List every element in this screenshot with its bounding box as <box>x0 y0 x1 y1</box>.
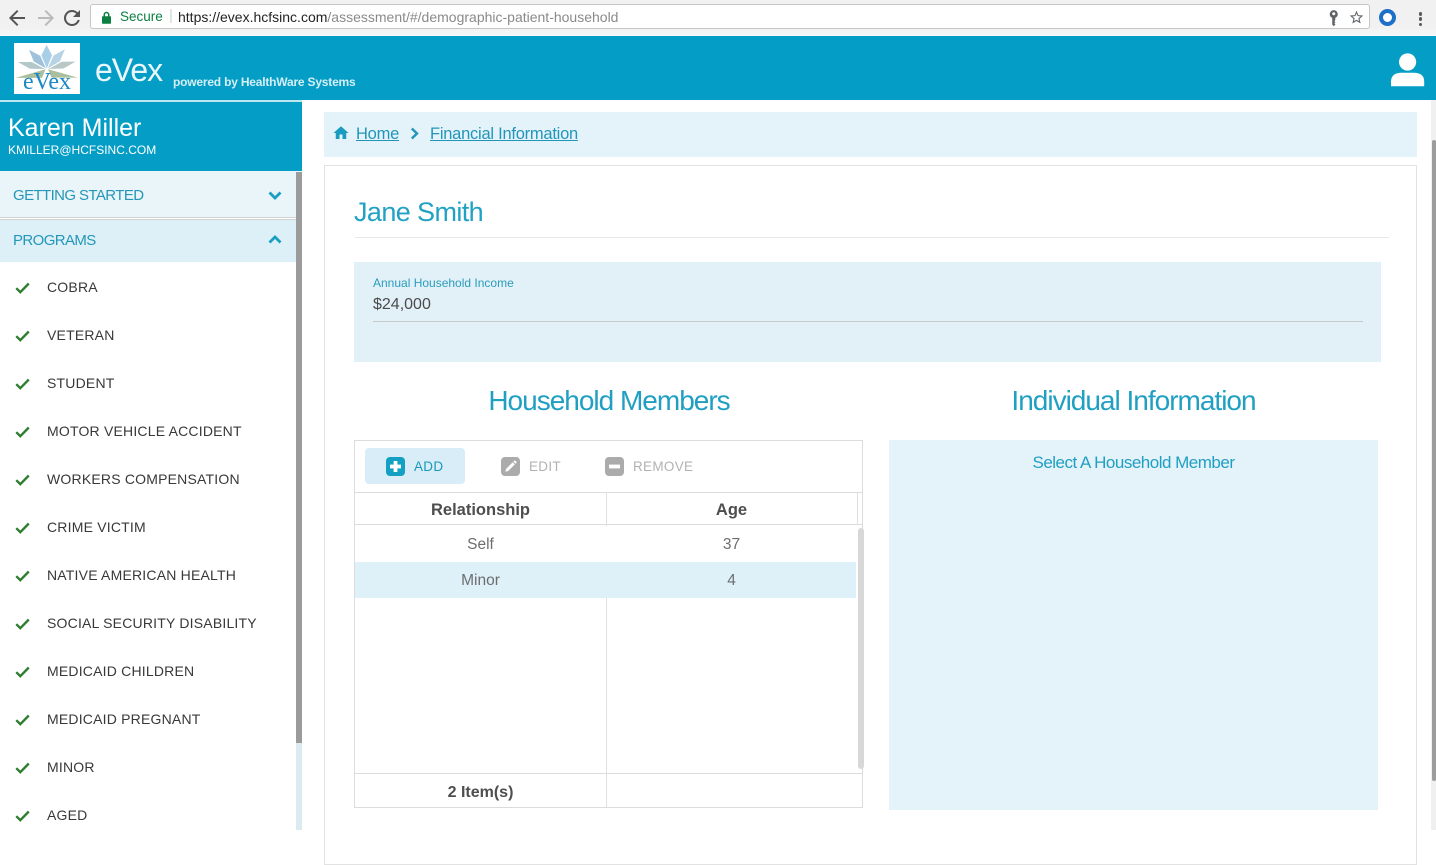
svg-text:eVex: eVex <box>23 69 71 94</box>
